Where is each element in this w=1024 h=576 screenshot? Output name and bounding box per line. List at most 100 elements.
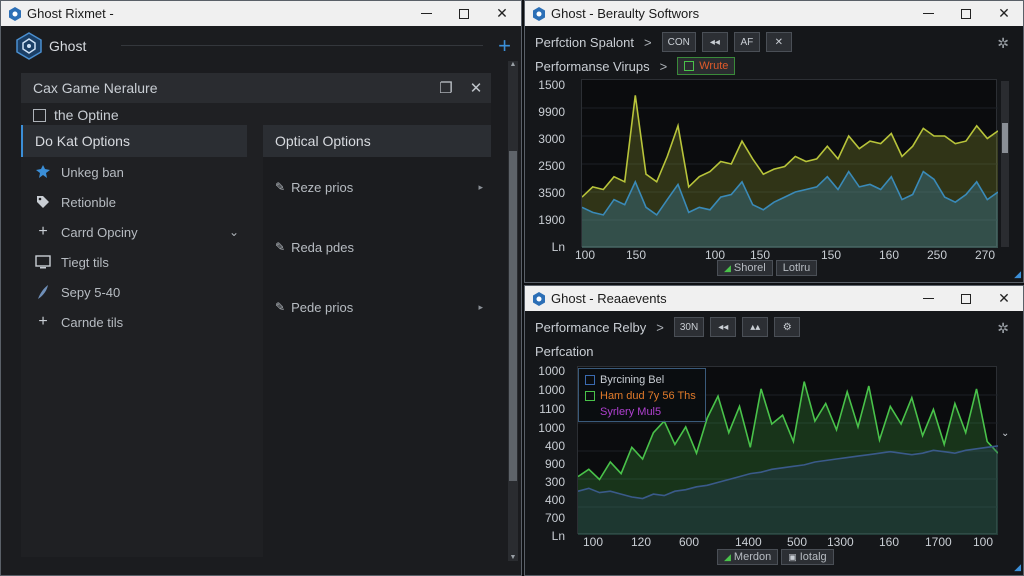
window-titlebar[interactable]: Ghost - Reaaevents ✕	[525, 286, 1023, 311]
scrollbar-thumb[interactable]	[509, 151, 517, 481]
tag-icon	[33, 194, 53, 210]
legend-swatch	[585, 391, 595, 401]
close-chart-button[interactable]: ✕	[765, 32, 792, 52]
menu-item[interactable]: + Carnde tils	[21, 307, 247, 337]
scrollbar-thumb[interactable]	[1002, 123, 1008, 153]
monitor-icon	[33, 254, 53, 270]
add-button[interactable]: +	[498, 33, 511, 59]
legend-entry[interactable]: Ham dud 7y 56 Ths	[585, 388, 699, 404]
puzzle-icon	[33, 164, 53, 180]
toolbar-button[interactable]: CON	[661, 32, 696, 52]
menu-item[interactable]: Tiegt tils	[21, 247, 247, 277]
x-tick-label: 270	[975, 248, 996, 262]
checkbox[interactable]	[684, 61, 695, 71]
close-button[interactable]: ✕	[483, 1, 521, 26]
window-titlebar[interactable]: Ghost - Beraulty Softwors ✕	[525, 1, 1023, 26]
legend-entry[interactable]: Syrlery Mul5	[585, 404, 699, 420]
resize-grip-icon[interactable]: ◢	[1014, 269, 1021, 280]
maximize-button[interactable]	[445, 1, 483, 26]
rewind-button[interactable]: ◂◂	[701, 32, 728, 52]
menu-item[interactable]: Sepy 5-40	[21, 277, 247, 307]
x-tick-label: 100	[575, 248, 596, 262]
toolbar-row: Perfction Spalont > CON ◂◂ AF ✕	[535, 32, 798, 52]
menu-item[interactable]: Unkeg ban	[21, 157, 247, 187]
scroll-down-icon[interactable]: ▼	[508, 554, 518, 561]
toolbar-button[interactable]: ▴▴	[742, 317, 769, 337]
optical-options-header: Optical Options	[263, 125, 491, 157]
chart-subtitle: Perfcation	[535, 344, 594, 359]
optical-option-item[interactable]: ✎ Reze prios ▸	[263, 157, 491, 217]
optical-option-label: Reze prios	[291, 179, 354, 195]
window-titlebar[interactable]: Ghost Rixmet - ✕	[1, 1, 521, 26]
main-window: Ghost Rixmet - ✕ Ghost + Cax Game Neralu…	[0, 0, 522, 576]
maximize-button[interactable]	[947, 1, 985, 26]
menu-item-label: Carnde tils	[61, 314, 124, 330]
close-button[interactable]: ✕	[985, 1, 1023, 26]
settings-button[interactable]: ⚙	[774, 317, 801, 337]
close-button[interactable]: ✕	[985, 286, 1023, 311]
menu-item-label: Retionble	[61, 194, 116, 210]
chevron-right-icon: >	[656, 319, 664, 335]
y-tick-label: 1000	[538, 421, 565, 435]
chevron-right-icon: ▸	[478, 181, 483, 192]
x-tick-label: 150	[626, 248, 647, 262]
scroll-up-icon[interactable]: ▲	[508, 61, 518, 68]
minimize-button[interactable]	[909, 286, 947, 311]
legend-swatch	[585, 407, 595, 417]
optical-option-item[interactable]: ✎ Pede prios ▸	[263, 277, 491, 337]
software-window: Ghost - Beraulty Softwors ✕ Perfction Sp…	[524, 0, 1024, 283]
menu-item-label: Tiegt tils	[61, 254, 109, 270]
performance-chart[interactable]	[581, 79, 999, 248]
minimize-button[interactable]	[407, 1, 445, 26]
resize-grip-icon[interactable]: ◢	[1014, 562, 1021, 573]
app-header: Ghost +	[1, 26, 521, 66]
optical-option-label: Reda pdes	[291, 239, 354, 255]
window-title: Ghost - Beraulty Softwors	[551, 6, 700, 21]
y-tick-label: 400	[544, 439, 565, 453]
optical-option-item[interactable]: ✎ Reda pdes	[263, 217, 491, 277]
settings-panel: Cax Game Neralure ❐ ✕ the Optine Do Kat …	[21, 73, 491, 557]
minimize-button[interactable]	[909, 1, 947, 26]
popout-icon[interactable]: ❐	[431, 79, 461, 97]
menu-item[interactable]: + Carrd Opciny ⌄	[21, 217, 247, 247]
settings-icon[interactable]: ✲	[997, 35, 1009, 52]
edit-icon: ✎	[275, 180, 286, 194]
chart-scrollbar[interactable]	[1001, 81, 1009, 247]
window-title: Ghost Rixmet -	[27, 6, 114, 21]
settings-icon[interactable]: ✲	[997, 320, 1009, 337]
legend-button[interactable]: ◢ Merdon	[717, 549, 779, 565]
option-checkbox-row[interactable]: the Optine	[33, 107, 119, 123]
toolbar-button[interactable]: 30N	[673, 317, 705, 337]
x-tick-label: 100	[973, 535, 994, 549]
legend-button[interactable]: ▣ Iotalg	[781, 549, 834, 565]
chevron-right-icon: ▸	[478, 301, 483, 312]
x-tick-label: 160	[879, 248, 900, 262]
optical-option-label: Pede prios	[291, 299, 354, 315]
chart-legend: ◢ Merdon ▣ Iotalg	[717, 549, 837, 565]
x-tick-label: 160	[879, 535, 900, 549]
close-icon[interactable]: ✕	[461, 79, 491, 97]
series-toggle-label: Wrute	[699, 60, 729, 72]
legend-label: Lotlru	[782, 262, 811, 274]
toolbar-button[interactable]: AF	[733, 32, 760, 52]
y-tick-label: 300	[544, 475, 565, 489]
checkbox[interactable]	[33, 108, 46, 122]
y-tick-label: 700	[544, 511, 565, 525]
feather-icon	[33, 284, 53, 300]
ghost-logo-icon	[9, 6, 21, 21]
chevron-down-icon[interactable]: ⌄	[229, 225, 239, 239]
app-name: Ghost	[49, 38, 87, 54]
rewind-button[interactable]: ◂◂	[710, 317, 737, 337]
legend-button[interactable]: Lotlru	[775, 260, 818, 276]
chevron-down-icon[interactable]: ⌄	[1001, 428, 1009, 439]
legend-entry[interactable]: Byrcining Bel	[585, 372, 699, 388]
y-tick-label: 900	[544, 457, 565, 471]
scrollbar[interactable]: ▲ ▼	[508, 61, 518, 561]
maximize-button[interactable]	[947, 286, 985, 311]
series-toggle[interactable]: Wrute	[677, 57, 736, 75]
legend-label: Syrlery Mul5	[600, 406, 662, 418]
option-label: the Optine	[54, 107, 119, 123]
menu-item-selected[interactable]: Do Kat Options	[21, 125, 247, 157]
legend-button[interactable]: ◢ Shorel	[717, 260, 773, 276]
menu-item[interactable]: Retionble	[21, 187, 247, 217]
